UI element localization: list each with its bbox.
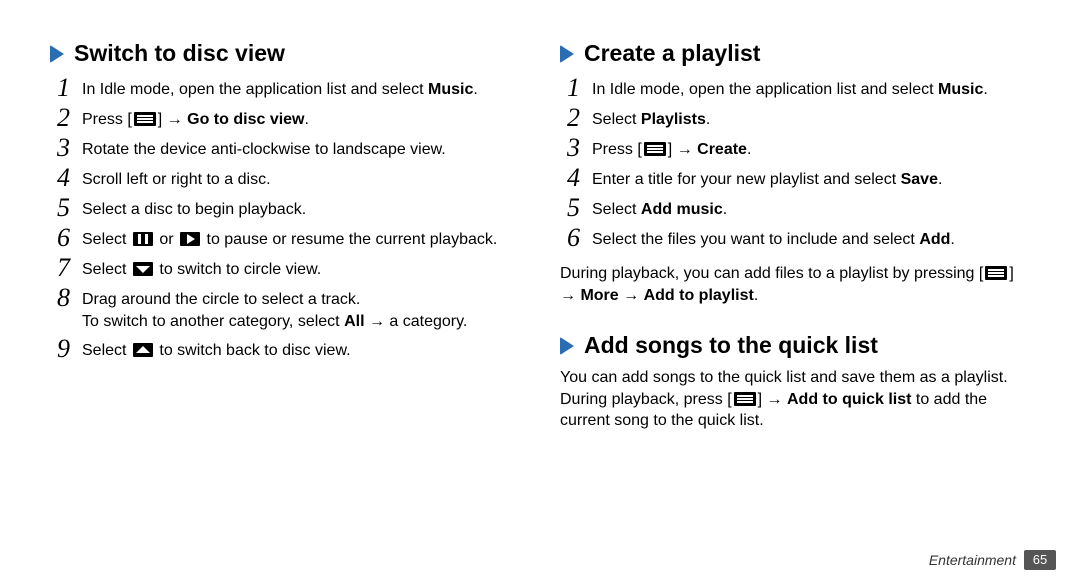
step-item: Select Playlists.: [560, 105, 1030, 131]
steps-switch-to-disc-view: In Idle mode, open the application list …: [50, 75, 520, 362]
page-content: Switch to disc view In Idle mode, open t…: [0, 0, 1080, 432]
page-footer: Entertainment 65: [929, 550, 1056, 570]
step-item: Select Add music.: [560, 195, 1030, 221]
step-item: Press [] → Create.: [560, 135, 1030, 161]
step-item: Select to switch to circle view.: [50, 255, 520, 281]
paragraph-playlist-note: During playback, you can add files to a …: [560, 263, 1030, 306]
step-item: Press [] → Go to disc view.: [50, 105, 520, 131]
step-item: Drag around the circle to select a track…: [50, 285, 520, 332]
play-icon: [180, 232, 200, 246]
step-item: In Idle mode, open the application list …: [560, 75, 1030, 101]
footer-section: Entertainment: [929, 552, 1016, 568]
footer-page-number: 65: [1024, 550, 1056, 570]
step-item: In Idle mode, open the application list …: [50, 75, 520, 101]
step-item: Select or to pause or resume the current…: [50, 225, 520, 251]
heading-switch-to-disc-view: Switch to disc view: [50, 40, 520, 67]
menu-icon: [734, 392, 756, 406]
menu-icon: [985, 266, 1007, 280]
right-column: Create a playlist In Idle mode, open the…: [560, 40, 1030, 432]
menu-icon: [644, 142, 666, 156]
heading-create-playlist: Create a playlist: [560, 40, 1030, 67]
menu-icon: [134, 112, 156, 126]
heading-text: Create a playlist: [584, 40, 760, 67]
steps-create-playlist: In Idle mode, open the application list …: [560, 75, 1030, 251]
heading-text: Switch to disc view: [74, 40, 285, 67]
chevron-down-icon: [133, 262, 153, 276]
step-item: Select the files you want to include and…: [560, 225, 1030, 251]
heading-add-quick-list: Add songs to the quick list: [560, 332, 1030, 359]
heading-text: Add songs to the quick list: [584, 332, 878, 359]
step-item: Select a disc to begin playback.: [50, 195, 520, 221]
pause-icon: [133, 232, 153, 246]
chevron-right-icon: [560, 45, 574, 63]
chevron-right-icon: [50, 45, 64, 63]
left-column: Switch to disc view In Idle mode, open t…: [50, 40, 520, 432]
step-item: Enter a title for your new playlist and …: [560, 165, 1030, 191]
chevron-up-icon: [133, 343, 153, 357]
step-item: Scroll left or right to a disc.: [50, 165, 520, 191]
chevron-right-icon: [560, 337, 574, 355]
step-item: Rotate the device anti-clockwise to land…: [50, 135, 520, 161]
paragraph-quick-list: You can add songs to the quick list and …: [560, 367, 1030, 432]
step-item: Select to switch back to disc view.: [50, 336, 520, 362]
